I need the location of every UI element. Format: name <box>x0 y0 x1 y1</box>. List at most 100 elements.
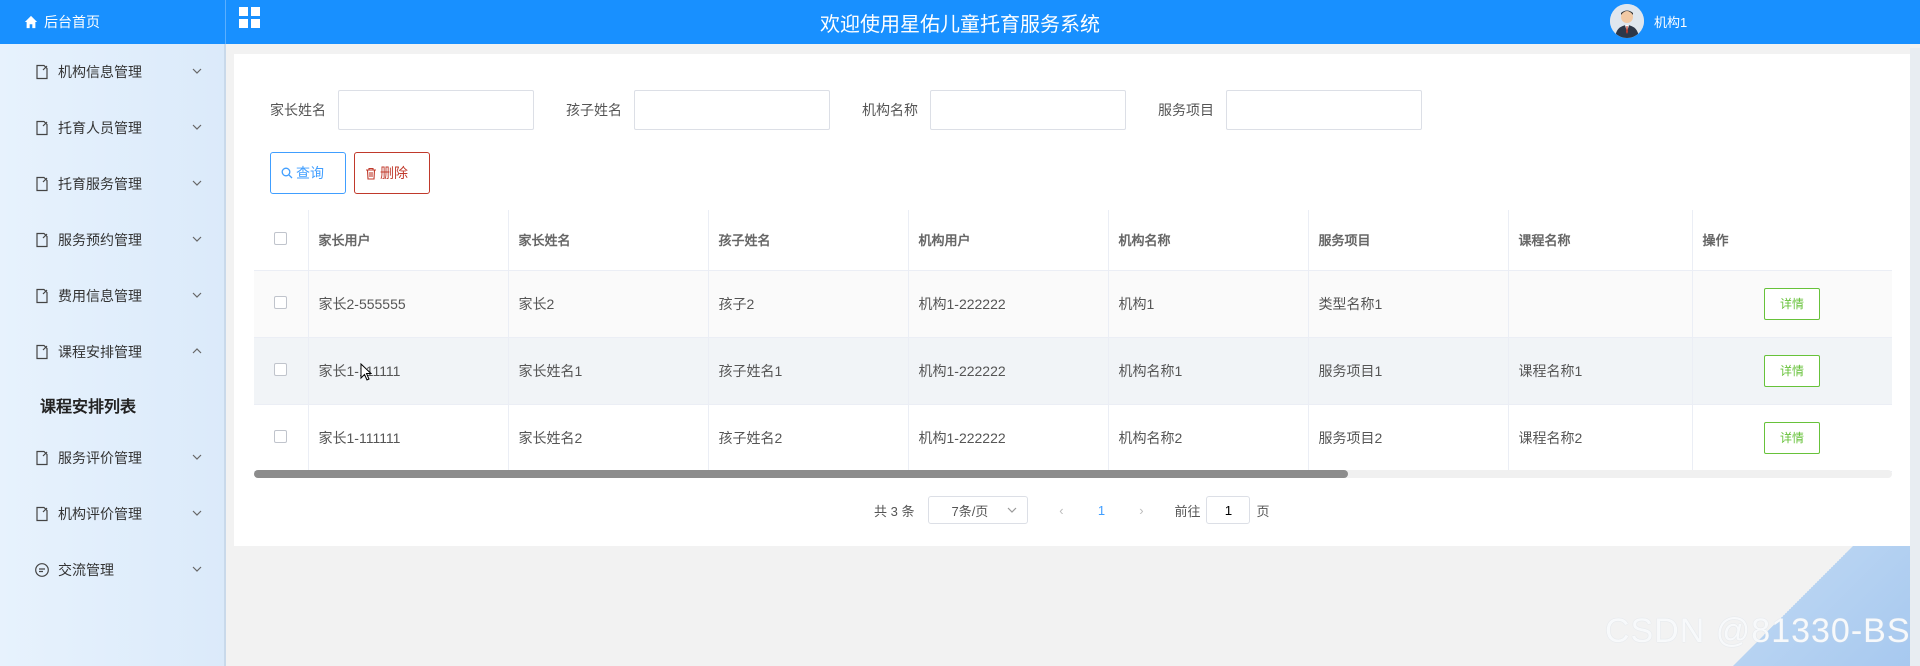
page-size-value: 7条/页 <box>951 503 989 519</box>
field-label: 服务项目 <box>1158 102 1214 118</box>
table-row[interactable]: 家长2-555555 家长2 孩子2 机构1-222222 机构1 类型名称1 … <box>254 270 1892 338</box>
chevron-up-icon <box>192 348 202 354</box>
table-cell <box>1508 270 1693 338</box>
sidebar-subitem-course-list[interactable]: 课程安排列表 <box>0 380 224 430</box>
table-cell: 机构名称1 <box>1108 337 1309 405</box>
table-row[interactable]: 家长1-111111 家长姓名1 孩子姓名1 机构1-222222 机构名称1 … <box>254 337 1892 405</box>
file-icon <box>36 64 48 80</box>
file-icon <box>36 450 48 466</box>
column-header[interactable]: 家长用户 <box>308 210 509 271</box>
sidebar-item-fees[interactable]: 费用信息管理 <box>0 268 224 324</box>
detail-button[interactable]: 详情 <box>1764 287 1820 320</box>
column-header[interactable]: 机构用户 <box>908 210 1109 271</box>
service-item-input[interactable] <box>1226 90 1422 130</box>
table-cell: 家长1-111111 <box>308 404 509 472</box>
chevron-down-icon <box>192 180 202 186</box>
goto-page-input[interactable] <box>1206 496 1251 524</box>
sidebar-item-label: 服务评价管理 <box>58 450 142 466</box>
row-checkbox[interactable] <box>274 295 288 309</box>
field-label: 家长姓名 <box>270 102 326 118</box>
delete-label: 删除 <box>380 165 408 181</box>
sidebar-item-label: 费用信息管理 <box>58 288 142 304</box>
goto-prefix: 前往 <box>1174 503 1201 519</box>
sidebar-item-service-review[interactable]: 服务评价管理 <box>0 430 224 486</box>
table-cell: 类型名称1 <box>1308 270 1509 338</box>
select-all-checkbox[interactable] <box>274 231 288 245</box>
user-menu[interactable]: 机构1 <box>1610 4 1687 38</box>
delete-button[interactable]: 删除 <box>354 152 430 194</box>
detail-button[interactable]: 详情 <box>1764 421 1820 454</box>
action-buttons: 查询 删除 <box>270 152 438 194</box>
table-cell: 家长2 <box>508 270 709 338</box>
avatar-person-icon <box>1610 4 1644 38</box>
table-row[interactable]: 家长1-111111 家长姓名2 孩子姓名2 机构1-222222 机构名称2 … <box>254 404 1892 472</box>
table-cell: 机构1 <box>1108 270 1309 338</box>
file-icon <box>36 232 48 248</box>
row-select-cell <box>254 270 309 338</box>
table-cell: 机构1-222222 <box>908 270 1109 338</box>
column-header[interactable]: 家长姓名 <box>508 210 709 271</box>
sidebar-item-chat[interactable]: 交流管理 <box>0 542 224 598</box>
sidebar-item-service[interactable]: 托育服务管理 <box>0 156 224 212</box>
row-checkbox[interactable] <box>274 429 288 443</box>
chevron-down-icon <box>192 566 202 572</box>
sidebar-item-course[interactable]: 课程安排管理 <box>0 324 224 380</box>
home-link[interactable]: 后台首页 <box>0 0 226 44</box>
grid-menu-icon[interactable] <box>238 6 262 30</box>
sidebar-item-org-review[interactable]: 机构评价管理 <box>0 486 224 542</box>
detail-button[interactable]: 详情 <box>1764 354 1820 387</box>
operation-cell: 详情 <box>1691 337 1892 405</box>
column-header[interactable]: 服务项目 <box>1308 210 1509 271</box>
chevron-down-icon <box>192 510 202 516</box>
row-checkbox[interactable] <box>274 362 288 376</box>
sidebar-item-booking[interactable]: 服务预约管理 <box>0 212 224 268</box>
sidebar-item-org-info[interactable]: 机构信息管理 <box>0 44 224 100</box>
vertical-scrollbar[interactable] <box>1910 48 1920 666</box>
operation-cell: 详情 <box>1691 404 1892 472</box>
table-cell: 家长姓名2 <box>508 404 709 472</box>
file-icon <box>36 344 48 360</box>
query-label: 查询 <box>296 165 324 181</box>
column-header[interactable]: 课程名称 <box>1508 210 1693 271</box>
home-label: 后台首页 <box>44 14 100 30</box>
field-label: 机构名称 <box>862 102 918 118</box>
select-all-cell <box>254 210 309 271</box>
data-table: 家长用户 家长姓名 孩子姓名 机构用户 机构名称 服务项目 课程名称 操作 家长… <box>254 210 1892 480</box>
goto-suffix: 页 <box>1256 503 1270 519</box>
column-header[interactable]: 孩子姓名 <box>708 210 909 271</box>
file-icon <box>36 120 48 136</box>
home-icon <box>24 15 38 29</box>
org-name-input[interactable] <box>930 90 1126 130</box>
horizontal-scrollbar[interactable] <box>254 470 1892 478</box>
table-cell: 孩子2 <box>708 270 909 338</box>
chevron-down-icon <box>1008 507 1017 513</box>
scrollbar-thumb[interactable] <box>254 470 1348 478</box>
search-field-parent-name: 家长姓名 <box>270 90 534 130</box>
goto-page: 前往 页 <box>1174 496 1270 524</box>
column-header: 操作 <box>1691 210 1892 271</box>
query-button[interactable]: 查询 <box>270 152 346 194</box>
file-icon <box>36 506 48 522</box>
page-number[interactable]: 1 <box>1086 503 1116 518</box>
table-cell: 家长2-555555 <box>308 270 509 338</box>
search-field-child-name: 孩子姓名 <box>566 90 830 130</box>
page-size-select[interactable]: 7条/页 <box>928 496 1029 524</box>
next-page-icon[interactable]: › <box>1126 503 1156 518</box>
search-field-org-name: 机构名称 <box>862 90 1126 130</box>
table-cell: 家长姓名1 <box>508 337 709 405</box>
top-header: 后台首页 欢迎使用星佑儿童托育服务系统 机构1 <box>0 0 1920 44</box>
column-header[interactable]: 机构名称 <box>1108 210 1309 271</box>
sidebar-item-staff[interactable]: 托育人员管理 <box>0 100 224 156</box>
field-label: 孩子姓名 <box>566 102 622 118</box>
table-cell: 课程名称2 <box>1508 404 1693 472</box>
chevron-down-icon <box>192 124 202 130</box>
table-cell: 孩子姓名1 <box>708 337 909 405</box>
child-name-input[interactable] <box>634 90 830 130</box>
total-count: 共 3 条 <box>874 503 915 519</box>
prev-page-icon[interactable]: ‹ <box>1046 503 1076 518</box>
content-card: 家长姓名 孩子姓名 机构名称 服务项目 查询 删除 家长用户 家长姓名 孩子姓名… <box>234 54 1914 546</box>
chevron-down-icon <box>192 292 202 298</box>
sidebar: 机构信息管理 托育人员管理 托育服务管理 服务预约管理 费用信息管理 课程安排管… <box>0 44 226 666</box>
sidebar-item-label: 课程安排管理 <box>58 344 142 360</box>
parent-name-input[interactable] <box>338 90 534 130</box>
